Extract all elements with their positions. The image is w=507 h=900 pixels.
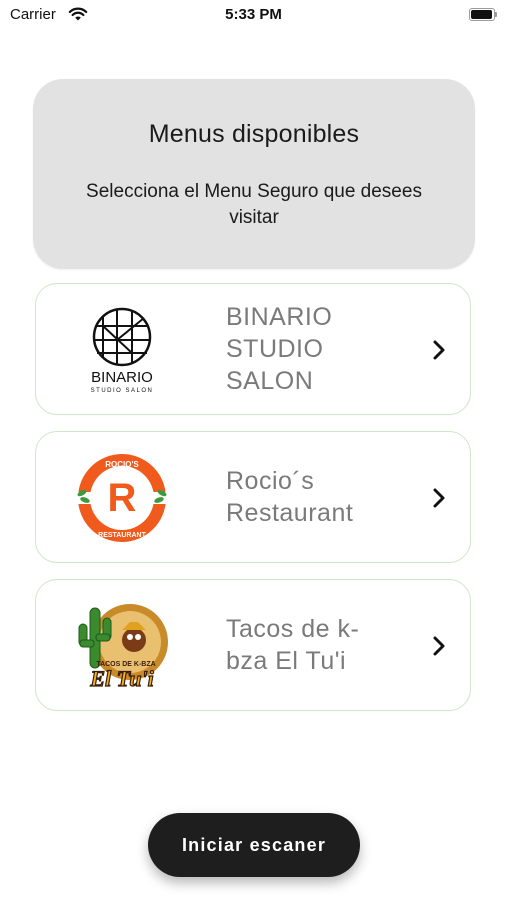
battery-icon: [469, 8, 497, 21]
status-bar: Carrier 5:33 PM: [0, 0, 507, 32]
rocios-logo-bottom: RESTAURANT: [98, 532, 146, 539]
binario-logo-subtext: STUDIO SALON: [91, 388, 154, 394]
page-subtitle: Selecciona el Menu Seguro que desees vis…: [86, 181, 422, 228]
tacos-logo: TACOS DE K-BZA El Tu'i: [72, 600, 172, 692]
menu-item-name: BINARIO STUDIO SALON: [226, 303, 333, 395]
binario-logo-text: BINARIO: [91, 369, 153, 386]
page-title: Menus disponibles: [148, 120, 360, 148]
chevron-right-icon: [432, 635, 446, 657]
tacos-logo-text: El Tu'i: [89, 666, 154, 691]
binario-logo: BINARIO STUDIO SALON: [72, 304, 172, 396]
menu-item-name: Tacos de k-bza El Tu'i: [226, 615, 360, 675]
start-scanner-button[interactable]: Iniciar escaner: [148, 813, 360, 877]
rocios-logo-top: ROCIO'S: [105, 460, 139, 469]
rocios-logo: R ROCIO'S RESTAURANT: [72, 452, 172, 544]
menu-item-binario[interactable]: BINARIO STUDIO SALON BINARIO STUDIO SALO…: [35, 283, 471, 415]
chevron-right-icon: [432, 339, 446, 361]
menu-item-name: Rocio´s Restaurant: [226, 467, 354, 527]
chevron-right-icon: [432, 487, 446, 509]
menu-item-tacos[interactable]: TACOS DE K-BZA El Tu'i Tacos de k-bza El…: [35, 579, 471, 711]
rocios-logo-letter: R: [108, 476, 137, 520]
clock: 5:33 PM: [225, 6, 282, 23]
menu-item-rocios[interactable]: R ROCIO'S RESTAURANT Rocio´s Restaurant: [35, 431, 471, 563]
header-card: Menus disponibles Selecciona el Menu Seg…: [33, 79, 475, 269]
